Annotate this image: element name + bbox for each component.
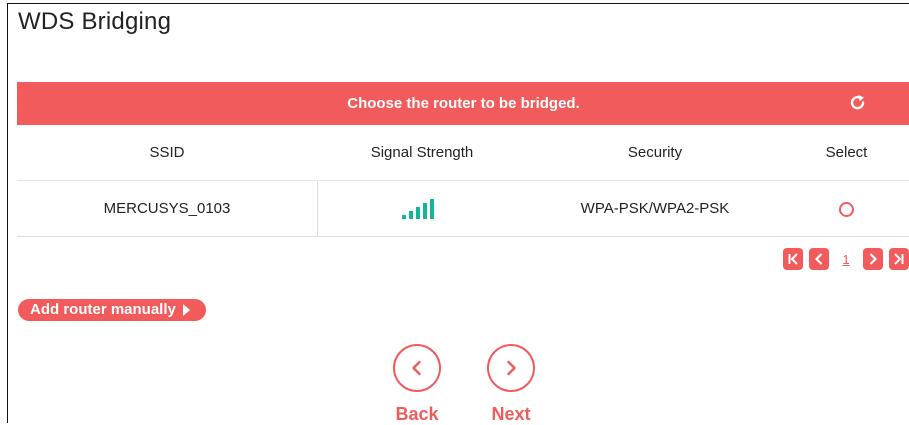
refresh-button[interactable] <box>848 93 868 113</box>
signal-bar <box>423 203 427 220</box>
next-label: Next <box>491 404 531 424</box>
back-button[interactable]: Back <box>389 344 445 425</box>
router-list-banner: Choose the router to be bridged. <box>17 82 909 125</box>
page-number-link[interactable]: 1 <box>835 252 857 267</box>
column-header-signal-strength: Signal Strength <box>370 144 474 161</box>
column-header-select: Select <box>825 144 868 161</box>
ssid-cell: MERCUSYS_0103 <box>17 181 318 236</box>
banner-text: Choose the router to be bridged. <box>347 95 580 112</box>
next-button[interactable]: Next <box>483 344 539 425</box>
page-title: WDS Bridging <box>18 8 172 35</box>
chevron-left-icon <box>412 360 421 376</box>
table-row[interactable]: MERCUSYS_0103 WPA-PSK/WPA2-PSK <box>17 181 909 237</box>
pagination: 1 <box>783 248 909 270</box>
signal-bar <box>409 211 413 220</box>
prev-page-icon <box>814 253 823 265</box>
prev-page-button[interactable] <box>809 248 829 270</box>
signal-bar <box>430 199 434 220</box>
signal-strength-cell <box>317 181 527 236</box>
next-page-button[interactable] <box>863 248 883 270</box>
select-radio[interactable] <box>839 201 854 217</box>
router-table: SSID Signal Strength Security Select MER… <box>17 125 909 237</box>
column-header-security: Security <box>627 144 683 161</box>
back-label: Back <box>395 404 439 424</box>
add-router-manually-label: Add router manually <box>30 301 176 318</box>
signal-bar <box>416 207 420 220</box>
signal-bar <box>402 215 406 220</box>
first-page-icon <box>788 253 798 265</box>
back-circle <box>393 344 441 392</box>
select-cell <box>783 181 909 236</box>
next-page-icon <box>869 253 878 265</box>
table-header-row: SSID Signal Strength Security Select <box>17 125 909 181</box>
security-cell: WPA-PSK/WPA2-PSK <box>580 200 730 217</box>
add-router-manually-button[interactable]: Add router manually <box>18 299 206 321</box>
column-header-ssid: SSID <box>149 144 185 161</box>
last-page-button[interactable] <box>889 248 909 270</box>
play-arrow-icon <box>182 304 190 316</box>
wds-bridging-panel: WDS Bridging Choose the router to be bri… <box>7 3 909 425</box>
chevron-right-icon <box>507 360 516 376</box>
signal-strength-icon <box>402 199 442 220</box>
next-circle <box>487 344 535 392</box>
last-page-icon <box>894 253 904 265</box>
refresh-icon <box>850 95 865 110</box>
first-page-button[interactable] <box>783 248 803 270</box>
